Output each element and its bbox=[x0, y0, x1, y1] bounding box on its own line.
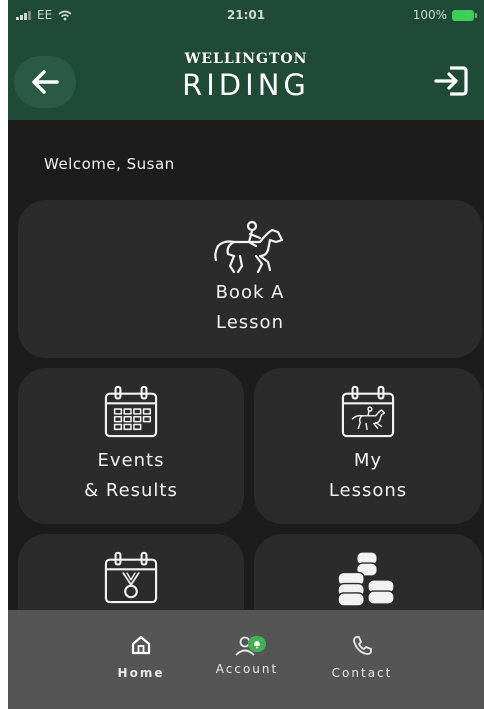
calendar-grid-icon bbox=[104, 385, 158, 438]
notification-badge bbox=[248, 636, 266, 652]
home-icon bbox=[131, 635, 151, 655]
my-lessons-label-line2: Lessons bbox=[328, 480, 408, 501]
book-lesson-label-line1: Book A bbox=[215, 282, 285, 303]
nav-account-label: Account bbox=[215, 662, 279, 676]
brand-top: WELLINGTON bbox=[184, 51, 308, 67]
events-results-tile[interactable]: Events & Results bbox=[18, 368, 244, 524]
my-lessons-tile[interactable]: My Lessons bbox=[254, 368, 482, 524]
phone-screen: EE 21:01 100% WELLINGTON RIDING Welcome,… bbox=[0, 0, 484, 709]
my-lessons-label-line1: My bbox=[353, 450, 383, 471]
battery-percent: 100% bbox=[412, 8, 447, 22]
brand-title: RIDING bbox=[182, 68, 310, 102]
calendar-horse-icon bbox=[341, 385, 395, 438]
bottom-nav: Home Account Contact bbox=[8, 610, 484, 709]
status-bar: EE 21:01 100% bbox=[8, 0, 484, 30]
status-right: 100% bbox=[412, 8, 477, 22]
nav-home[interactable]: Home bbox=[96, 634, 186, 680]
calendar-medal-icon bbox=[104, 551, 158, 604]
events-results-label-line2: & Results bbox=[84, 480, 178, 501]
battery-icon bbox=[452, 9, 477, 21]
book-lesson-label-line2: Lesson bbox=[216, 312, 284, 333]
nav-contact-label: Contact bbox=[331, 666, 393, 680]
nav-home-label: Home bbox=[117, 666, 165, 680]
logout-button[interactable] bbox=[430, 64, 470, 98]
horse-rider-icon bbox=[214, 220, 284, 274]
phone-icon bbox=[353, 636, 372, 655]
book-lesson-tile[interactable]: Book A Lesson bbox=[18, 200, 482, 358]
nav-contact[interactable]: Contact bbox=[317, 634, 407, 680]
nav-account[interactable]: Account bbox=[202, 634, 292, 676]
bell-icon bbox=[254, 641, 260, 649]
coins-icon bbox=[337, 551, 395, 606]
events-results-label-line1: Events bbox=[97, 450, 165, 471]
welcome-message: Welcome, Susan bbox=[44, 155, 175, 173]
logout-icon bbox=[434, 66, 468, 96]
app-header: WELLINGTON RIDING bbox=[8, 30, 484, 120]
dashboard-content: Welcome, Susan Book A Lesson Events & Re… bbox=[8, 120, 484, 690]
